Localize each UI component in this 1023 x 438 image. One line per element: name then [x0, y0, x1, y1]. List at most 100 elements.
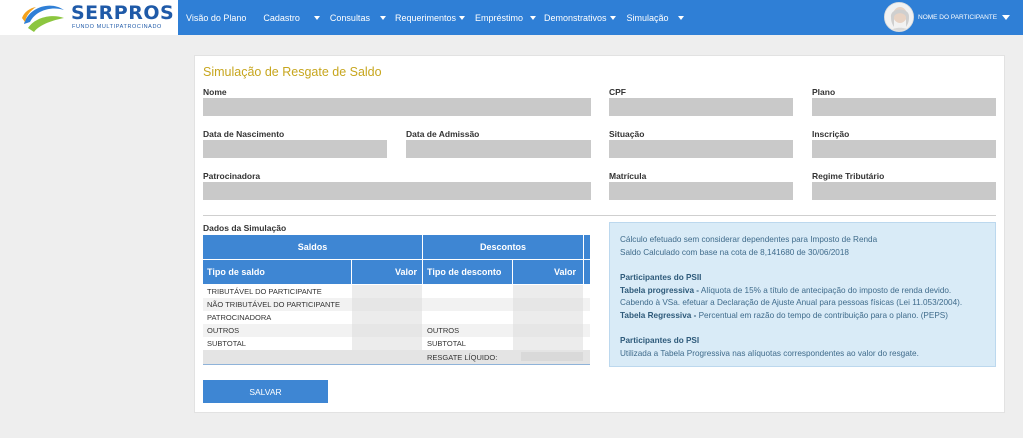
saldo-type-cell: OUTROS: [207, 326, 240, 335]
user-avatar-icon: [885, 3, 913, 31]
tabela-regressiva-line: Tabela Regressiva - Percentual em razão …: [620, 310, 985, 323]
nav-cadastro[interactable]: Cadastro: [263, 13, 320, 23]
resgate-liquido-label: RESGATE LÍQUIDO:: [427, 353, 498, 362]
desconto-value-cell: [513, 324, 583, 337]
regime-tributario-field: [812, 182, 996, 200]
nav-item-label: Visão do Plano: [186, 12, 247, 23]
tabela-progressiva-label: Tabela progressiva -: [620, 285, 700, 295]
chevron-down-icon: [1002, 14, 1011, 20]
nav-item-label: Demonstrativos: [544, 12, 607, 23]
nav-consultas[interactable]: Consultas: [330, 13, 386, 23]
column-header-label: Tipo de saldo: [207, 267, 265, 277]
desconto-value-cell: [513, 311, 583, 324]
tabela-progressiva-line: Tabela progressiva - Alíquota de 15% a t…: [620, 285, 985, 298]
logo-swoosh-icon: [22, 5, 64, 32]
descontos-group-header: Descontos: [423, 235, 583, 259]
column-header-label: Valor: [553, 267, 576, 277]
inscricao-field: [812, 140, 996, 158]
regime-tributario-label: Regime Tributário: [812, 171, 885, 181]
psii-title: Participantes do PSII: [620, 272, 985, 285]
column-header-label: Valor: [394, 267, 417, 277]
tabela-regressiva-text: Percentual em razão do tempo de contribu…: [696, 310, 948, 320]
save-button[interactable]: SALVAR: [203, 380, 328, 403]
saldo-type-cell: TRIBUTÁVEL DO PARTICIPANTE: [207, 287, 322, 296]
plano-label: Plano: [812, 87, 836, 97]
saldo-value-cell: [352, 337, 422, 350]
table-header-edge: [584, 235, 590, 259]
desconto-type-cell: OUTROS: [427, 326, 460, 335]
patrocinadora-label: Patrocinadora: [203, 171, 261, 181]
matricula-label: Matrícula: [609, 171, 647, 181]
page-title: Simulação de Resgate de Saldo: [203, 65, 382, 79]
descontos-header-label: Descontos: [479, 242, 526, 252]
data-admissao-label: Data de Admissão: [406, 129, 480, 139]
chevron-down-icon: [609, 15, 616, 20]
table-header-edge: [584, 260, 590, 284]
valor-desconto-header: Valor: [513, 260, 583, 284]
nav-visao-do-plano[interactable]: Visão do Plano: [186, 13, 246, 23]
user-name: NOME DO PARTICIPANTE: [918, 13, 998, 21]
nav-item-label: Consultas: [329, 12, 370, 23]
chevron-down-icon: [677, 15, 684, 20]
cpf-field: [609, 98, 793, 116]
saldo-value-cell: [352, 285, 422, 298]
nome-label: Nome: [203, 87, 227, 97]
nome-field: [203, 98, 591, 116]
saldo-type-cell: SUBTOTAL: [207, 339, 246, 348]
tipo-de-desconto-header: Tipo de desconto: [423, 260, 512, 284]
brand-subtitle: FUNDO MULTIPATROCINADO: [72, 24, 162, 30]
data-nascimento-label: Data de Nascimento: [203, 129, 285, 139]
info-panel: Cálculo efetuado sem considerar dependen…: [609, 222, 996, 367]
chevron-down-icon: [458, 15, 465, 20]
psi-text: Utilizada a Tabela Progressiva nas alíqu…: [620, 348, 919, 358]
tipo-de-saldo-header: Tipo de saldo: [203, 260, 351, 284]
tabela-progressiva-text-2: Cabendo à VSa. efetuar a Declaração de A…: [620, 298, 963, 307]
valor-saldo-header: Valor: [352, 260, 422, 284]
chevron-down-icon: [530, 15, 536, 20]
resgate-liquido-row: RESGATE LÍQUIDO:: [203, 350, 590, 365]
column-header-label: Tipo de desconto: [427, 267, 502, 277]
nav-item-label: Empréstimo: [474, 12, 523, 23]
table-row: SUBTOTAL SUBTOTAL: [203, 337, 590, 350]
nav-requerimentos[interactable]: Requerimentos: [395, 13, 465, 23]
brand-name: SERPROS: [71, 2, 175, 24]
table-row: NÃO TRIBUTÁVEL DO PARTICIPANTE: [203, 298, 590, 311]
simulation-section-title: Dados da Simulação: [203, 223, 287, 233]
saldo-type-cell: NÃO TRIBUTÁVEL DO PARTICIPANTE: [207, 300, 340, 309]
chevron-down-icon: [379, 15, 386, 20]
resgate-liquido-value: [521, 352, 583, 361]
nav-emprestimo[interactable]: Empréstimo: [475, 13, 536, 23]
situacao-field: [609, 140, 793, 158]
desconto-type-cell: [427, 311, 512, 324]
data-nascimento-field: [203, 140, 387, 158]
table-row: TRIBUTÁVEL DO PARTICIPANTE: [203, 285, 590, 298]
tabela-progressiva-text: Alíquota de 15% a título de antecipação …: [699, 285, 952, 295]
info-line-dependentes: Cálculo efetuado sem considerar dependen…: [620, 235, 878, 244]
desconto-type-cell: SUBTOTAL: [427, 339, 466, 348]
brand-logo[interactable]: SERPROS FUNDO MULTIPATROCINADO: [0, 0, 178, 35]
matricula-field: [609, 182, 793, 200]
desconto-value-cell: [513, 298, 583, 311]
simulation-card: Simulação de Resgate de Saldo Nome CPF P…: [194, 55, 1005, 413]
chevron-down-icon: [313, 15, 320, 20]
psii-title-text: Participantes do PSII: [620, 273, 702, 282]
nav-demonstrativos[interactable]: Demonstrativos: [544, 13, 616, 23]
desconto-value-cell: [513, 337, 583, 350]
info-line-cota: Saldo Calculado com base na cota de 8,14…: [620, 247, 849, 257]
avatar: [884, 2, 914, 32]
inscricao-label: Inscrição: [812, 129, 850, 139]
main-menu: Visão do Plano Cadastro Consultas Requer…: [186, 0, 684, 35]
top-navigation-bar: SERPROS FUNDO MULTIPATROCINADO Visão do …: [0, 0, 1023, 35]
nav-item-label: Simulação: [626, 12, 669, 23]
nav-simulacao[interactable]: Simulação: [627, 13, 684, 23]
tabela-regressiva-label: Tabela Regressiva -: [620, 310, 697, 320]
situacao-label: Situação: [609, 129, 645, 139]
saldo-value-cell: [352, 324, 422, 337]
data-admissao-field: [406, 140, 591, 158]
psi-title-text: Participantes do PSI: [620, 336, 700, 345]
user-menu[interactable]: NOME DO PARTICIPANTE: [884, 2, 1011, 32]
desconto-value-cell: [513, 285, 583, 298]
nav-item-label: Requerimentos: [394, 12, 456, 23]
